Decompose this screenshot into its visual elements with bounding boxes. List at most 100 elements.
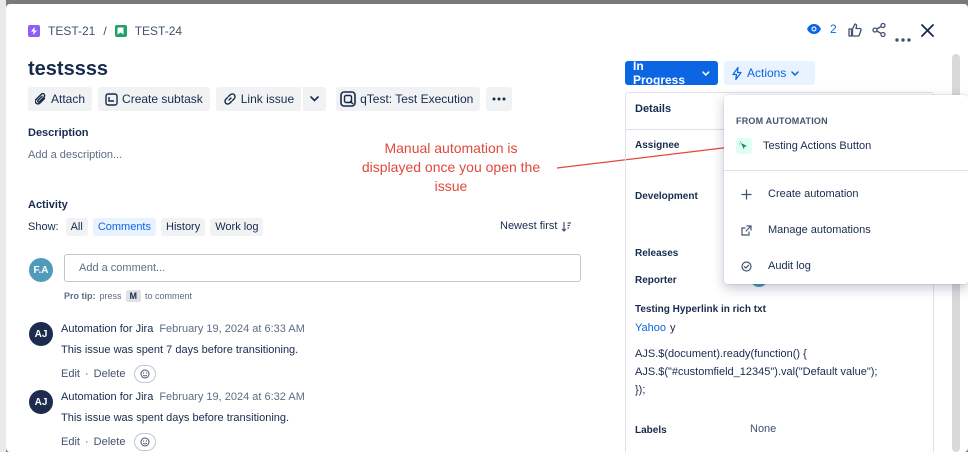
tab-all[interactable]: All — [65, 218, 88, 236]
eye-icon — [807, 24, 821, 34]
code-line: }); — [635, 384, 646, 396]
comment-placeholder: Add a comment... — [79, 262, 166, 274]
story-type-icon — [114, 25, 127, 37]
audit-log-item[interactable]: Audit log — [741, 260, 811, 272]
create-subtask-button[interactable]: Create subtask — [98, 87, 210, 111]
activity-heading: Activity — [28, 199, 68, 211]
hyperlink-field-label: Testing Hyperlink in rich txt — [635, 304, 766, 315]
close-button[interactable] — [921, 24, 934, 42]
pro-tip-press: press — [99, 291, 122, 301]
comment-actions: Edit · Delete — [61, 365, 157, 383]
comment-edit-link[interactable]: Edit — [61, 368, 80, 380]
comment-header: Automation for Jira February 19, 2024 at… — [61, 323, 305, 335]
labels-label: Labels — [635, 425, 667, 436]
hyperlink-suffix: y — [670, 322, 676, 334]
attach-button[interactable]: Attach — [28, 87, 93, 111]
development-label: Development — [635, 191, 698, 202]
manage-automations-item[interactable]: Manage automations — [741, 224, 871, 236]
more-options-button[interactable] — [895, 29, 911, 47]
like-button[interactable] — [848, 23, 862, 42]
share-button[interactable] — [872, 22, 886, 42]
comment-body: This issue was spent 7 days before trans… — [61, 344, 299, 356]
issue-title[interactable]: testssss — [28, 58, 108, 81]
link-issue-button[interactable]: Link issue — [215, 87, 302, 111]
comment-delete-link[interactable]: Delete — [94, 436, 126, 448]
pro-tip: Pro tip: press M to comment — [64, 290, 192, 302]
manage-automations-label: Manage automations — [768, 224, 871, 236]
pro-tip-key: M — [125, 290, 142, 302]
issue-modal: TEST-21 / TEST-24 2 testssss Attach Crea… — [6, 4, 968, 452]
pro-tip-prefix: Pro tip: — [64, 291, 96, 301]
watch-button[interactable]: 2 — [806, 22, 837, 36]
comment-input[interactable]: Add a comment... — [64, 254, 581, 282]
status-label: In Progress — [633, 59, 686, 87]
automation-rule-label: Testing Actions Button — [763, 140, 872, 152]
emoji-icon — [140, 369, 150, 379]
reporter-label: Reporter — [635, 275, 677, 286]
sort-button[interactable]: Newest first — [500, 220, 572, 232]
comment-date[interactable]: February 19, 2024 at 6:32 AM — [159, 391, 305, 403]
external-link-icon — [741, 224, 752, 236]
add-reaction-button[interactable] — [134, 365, 157, 383]
activity-filter: Show: All Comments History Work log — [28, 218, 264, 236]
thumbs-up-icon — [848, 23, 862, 37]
subtask-type-icon — [28, 25, 40, 37]
comment-author[interactable]: Automation for Jira — [61, 391, 153, 403]
audit-log-label: Audit log — [768, 260, 811, 272]
annotation-text: Manual automation is displayed once you … — [351, 139, 551, 196]
dropdown-heading: FROM AUTOMATION — [736, 116, 828, 126]
toolbar-more-button[interactable] — [486, 87, 513, 111]
qtest-icon — [340, 91, 356, 107]
share-icon — [872, 22, 886, 38]
show-label: Show: — [28, 221, 59, 233]
close-icon — [921, 24, 934, 37]
qtest-button[interactable]: qTest: Test Execution — [336, 87, 481, 111]
plus-icon — [741, 188, 752, 200]
create-automation-label: Create automation — [768, 188, 859, 200]
link-issue-dropdown-button[interactable] — [303, 87, 327, 111]
more-horizontal-icon — [492, 97, 506, 101]
releases-label: Releases — [635, 248, 679, 259]
comment-body: This issue was spent days before transit… — [61, 412, 290, 424]
link-icon — [224, 93, 236, 105]
more-horizontal-icon — [895, 38, 911, 42]
tab-comments[interactable]: Comments — [92, 218, 156, 236]
status-button[interactable]: In Progress — [625, 59, 718, 87]
breadcrumb: TEST-21 / TEST-24 — [28, 24, 182, 38]
comment-date[interactable]: February 19, 2024 at 6:33 AM — [159, 323, 305, 335]
pro-tip-suffix: to comment — [145, 291, 193, 301]
check-circle-icon — [741, 260, 752, 272]
comment-avatar: AJ — [29, 390, 53, 414]
actions-button[interactable]: Actions — [724, 61, 815, 85]
paperclip-icon — [35, 92, 46, 105]
comment-author[interactable]: Automation for Jira — [61, 323, 153, 335]
lightning-icon — [732, 66, 742, 80]
yahoo-link[interactable]: Yahoo — [635, 322, 666, 334]
chevron-down-icon — [791, 70, 800, 76]
breadcrumb-parent[interactable]: TEST-21 — [48, 24, 95, 38]
hyperlink-field-value: Yahoo y — [635, 322, 676, 334]
cursor-click-icon — [736, 138, 752, 154]
comment-action-separator: · — [84, 436, 89, 448]
automation-rule-item[interactable]: Testing Actions Button — [736, 138, 871, 154]
tab-history[interactable]: History — [161, 218, 206, 236]
chevron-down-icon — [310, 96, 319, 102]
comment-action-separator: · — [84, 368, 89, 380]
current-user-avatar: F.A — [29, 258, 53, 282]
tab-work-log[interactable]: Work log — [210, 218, 264, 236]
description-placeholder[interactable]: Add a description... — [28, 149, 122, 161]
code-line: AJS.$("#customfield_12345").val("Default… — [635, 366, 878, 378]
labels-value[interactable]: None — [750, 423, 776, 435]
code-line: AJS.$(document).ready(function() { — [635, 348, 807, 360]
comment-edit-link[interactable]: Edit — [61, 436, 80, 448]
issue-toolbar: Attach Create subtask Link issue qTest: … — [28, 87, 513, 111]
comment-avatar: AJ — [29, 322, 53, 346]
comment-delete-link[interactable]: Delete — [94, 368, 126, 380]
create-automation-item[interactable]: Create automation — [741, 188, 859, 200]
details-heading[interactable]: Details — [635, 103, 671, 115]
dropdown-divider — [724, 170, 968, 171]
link-issue-label: Link issue — [240, 92, 295, 106]
add-reaction-button[interactable] — [134, 433, 157, 451]
breadcrumb-current[interactable]: TEST-24 — [135, 24, 182, 38]
subtask-icon — [105, 92, 118, 106]
